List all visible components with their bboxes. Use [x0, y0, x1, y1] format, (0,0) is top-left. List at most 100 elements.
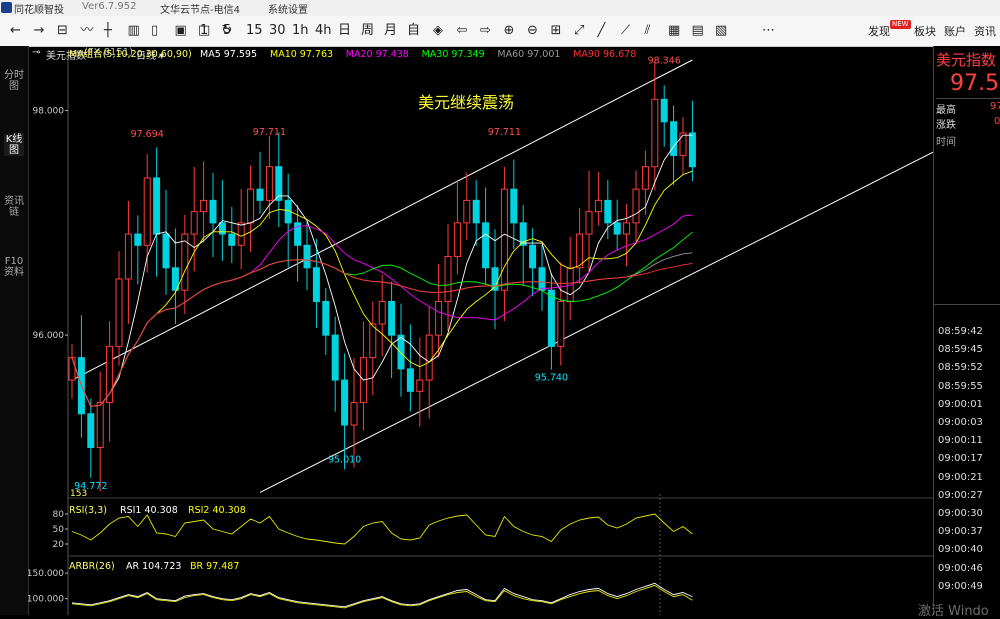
system-settings-menu[interactable]: 系统设置: [268, 1, 308, 16]
candle-body: [256, 188, 264, 201]
candle-body: [500, 188, 508, 291]
y-tick-label: 96.000: [33, 331, 65, 341]
tick-time: 09:00:03: [938, 417, 983, 428]
period-5-button[interactable]: 4h: [315, 23, 332, 39]
candle-body: [275, 166, 283, 201]
tick-time: 08:59:42: [938, 326, 983, 337]
candle-body: [388, 300, 396, 336]
prev-icon[interactable]: ⇦: [457, 23, 468, 39]
period-9-button[interactable]: 自: [407, 23, 420, 39]
tab-0[interactable]: 分时图: [4, 70, 24, 92]
draw-line-icon[interactable]: ╱: [598, 23, 606, 39]
arbr-label: ARBR(26): [69, 561, 115, 572]
link-0[interactable]: 发现: [868, 24, 890, 40]
quote-price: 97.5: [950, 71, 999, 96]
link-2[interactable]: 账户: [944, 24, 966, 40]
candle-body: [209, 199, 217, 224]
tick-time: 09:00:46: [938, 562, 983, 574]
ma-legend-item: MA20 97.438: [346, 49, 409, 60]
period-2-button[interactable]: 15: [246, 23, 263, 39]
link-3[interactable]: 资讯: [974, 24, 996, 40]
candle-body: [679, 132, 687, 156]
period-1-button[interactable]: 5: [223, 23, 231, 39]
candle-body: [124, 233, 132, 280]
period-7-button[interactable]: 周: [361, 23, 374, 39]
candle-body: [115, 278, 123, 347]
app-version: Ver6.7.952: [82, 1, 137, 12]
draw-ray-icon[interactable]: ⟋: [621, 23, 630, 39]
arbr-y-tick: 100.000: [28, 595, 64, 605]
candle-body: [341, 379, 349, 426]
change-label: 涨跌: [936, 120, 956, 131]
zoom-out-icon[interactable]: ⊖: [527, 23, 538, 39]
app-logo-icon: [1, 2, 12, 13]
tab-3[interactable]: F10资料: [4, 256, 24, 278]
candle-body: [153, 177, 161, 235]
app-name: 同花顺智投: [14, 5, 64, 16]
period-8-button[interactable]: 月: [384, 23, 397, 39]
split-view-icon[interactable]: ⊟: [57, 23, 68, 39]
save-icon[interactable]: ▣: [175, 23, 187, 39]
tab-1[interactable]: K线图: [4, 134, 24, 156]
tick-time: 09:00:11: [938, 435, 983, 447]
ma5-line: [71, 134, 693, 407]
candle-body: [566, 267, 574, 302]
next-icon[interactable]: ⇨: [480, 23, 491, 39]
quote-divider: [936, 98, 1000, 99]
main-toolbar: NEW ← → ⊟ 〰 ┼ ▥ ▯ ▣ □ ↻ 1 5 15 30 1h 4h 日周月自 ◈ ⇦ ⇨ ⊕ ⊖ ⊞ ⤢ ╱ ⟋ ⫽ ▦ ▤…: [0, 16, 1000, 47]
candle-body: [651, 98, 659, 168]
period-4-button[interactable]: 1h: [292, 23, 309, 39]
candlestick-icon[interactable]: ┼: [104, 23, 112, 39]
candle-body: [303, 244, 311, 269]
y-tick-label: 98.000: [33, 107, 65, 117]
tab-2[interactable]: 资讯链: [4, 196, 24, 218]
server-node[interactable]: 文华云节点-电信4: [160, 1, 240, 16]
link-1[interactable]: 板块: [914, 24, 936, 40]
time-list-divider: [934, 304, 1000, 305]
candle-body: [425, 334, 433, 381]
title-bar: 同花顺智投 Ver6.7.952 文华云节点-电信4 系统设置: [0, 0, 1000, 16]
line-chart-icon[interactable]: 〰: [81, 23, 94, 39]
zoom-in-icon[interactable]: ⊕: [504, 23, 515, 39]
ma-legend-item: MA90 96.678: [573, 49, 636, 60]
file-icon[interactable]: ▯: [151, 23, 158, 39]
tick-time: 08:59:45: [938, 344, 983, 356]
rsi-line: [71, 513, 693, 545]
period-0-button[interactable]: 1: [200, 23, 208, 39]
bookmark-icon[interactable]: ⊞: [551, 23, 562, 39]
kline-chart[interactable]: 98.000 96.000 MA组合(5,10,20,30,60,90) MA5 97…: [28, 46, 933, 615]
calc-icon[interactable]: ▧: [715, 23, 727, 39]
forward-arrow-icon[interactable]: →: [34, 23, 45, 39]
draw-channel-icon[interactable]: ⫽: [645, 23, 651, 39]
candle-body: [688, 132, 696, 168]
candle-body: [247, 188, 255, 224]
tick-time: 09:00:27: [938, 489, 983, 501]
ar-line: [71, 582, 693, 608]
bar-chart-icon[interactable]: ▥: [128, 23, 140, 39]
candle-body: [463, 199, 471, 224]
period-6-button[interactable]: 日: [338, 23, 351, 39]
more-icon[interactable]: ⋯: [762, 23, 775, 39]
text-icon[interactable]: ▤: [692, 23, 704, 39]
price-extreme-label: 95.740: [535, 372, 568, 383]
period-3-button[interactable]: 30: [269, 23, 286, 39]
fullscreen-icon[interactable]: ⤢: [574, 23, 584, 39]
new-badge: NEW: [890, 20, 911, 29]
candle-body: [134, 233, 142, 246]
back-arrow-icon[interactable]: ←: [10, 23, 21, 39]
candle-body: [406, 368, 414, 392]
tick-time: 08:59:55: [938, 380, 983, 392]
rsi2-value: RSI2 40.308: [188, 505, 246, 516]
tick-time: 09:00:01: [938, 398, 983, 410]
grid-icon[interactable]: ▦: [668, 23, 680, 39]
ar-value: AR 104.723: [126, 561, 181, 572]
candle-body: [87, 413, 95, 448]
candle-body: [641, 166, 649, 190]
candle-body: [143, 177, 151, 246]
diamond-icon[interactable]: ◈: [433, 23, 443, 39]
tick-time: 09:00:49: [938, 580, 983, 592]
arbr-y-tick: 150.000: [28, 569, 64, 579]
candle-body: [482, 222, 490, 269]
rsi-y-tick: 50: [53, 525, 65, 535]
candle-body: [200, 199, 208, 213]
